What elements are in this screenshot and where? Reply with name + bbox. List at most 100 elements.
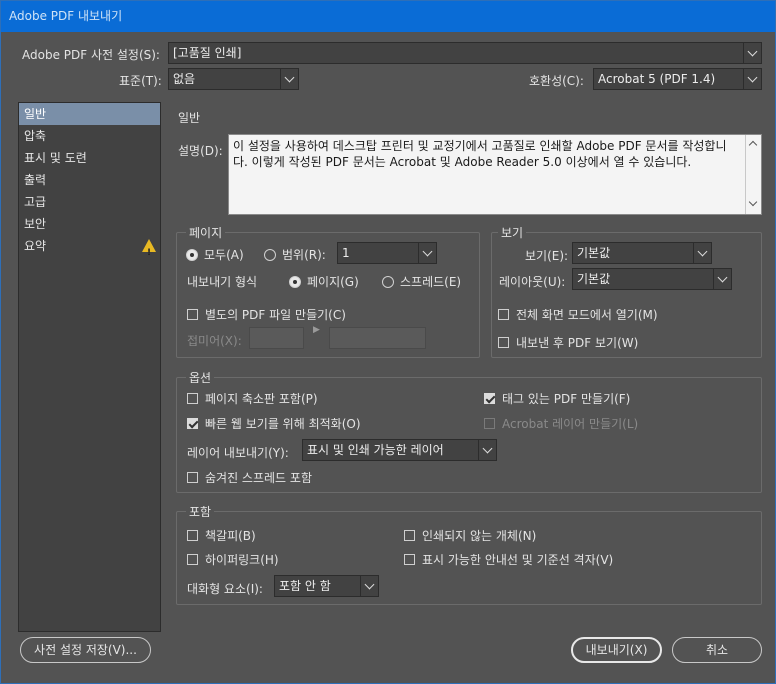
range-label: 범위(R): <box>282 248 326 262</box>
sidebar-item-label: 출력 <box>24 173 47 187</box>
all-pages-label: 모두(A) <box>204 248 244 262</box>
description-text: 이 설정을 사용하여 데스크탑 프린터 및 교정기에서 고품질로 인쇄할 Ado… <box>233 139 727 169</box>
chevron-down-icon <box>280 69 298 89</box>
radio-icon <box>382 276 394 288</box>
sidebar-item-marks-bleeds[interactable]: 표시 및 도련 <box>19 147 160 169</box>
sidebar-item-output[interactable]: 출력 <box>19 169 160 191</box>
section-title: 일반 <box>178 111 201 125</box>
insert-arrow-icon[interactable]: ▶ <box>313 325 320 335</box>
interactive-dropdown[interactable]: 포함 안 함 <box>274 575 379 597</box>
compat-label: 호환성(C): <box>529 74 584 88</box>
layout-label: 레이아웃(U): <box>499 275 566 289</box>
guides-checkbox[interactable]: 표시 가능한 안내선 및 기준선 격자(V) <box>404 551 613 568</box>
chevron-down-icon <box>713 269 731 289</box>
interactive-value: 포함 안 함 <box>279 579 331 593</box>
preset-value: [고품질 인쇄] <box>173 46 242 60</box>
sidebar-item-summary[interactable]: 요약 ! <box>19 235 160 258</box>
thumbnails-label: 페이지 축소판 포함(P) <box>205 392 318 406</box>
optimize-web-label: 빠른 웹 보기를 위해 최적화(O) <box>205 417 361 431</box>
save-preset-button[interactable]: 사전 설정 저장(V)... <box>20 637 151 663</box>
bookmarks-label: 책갈피(B) <box>205 529 256 543</box>
sidebar-item-security[interactable]: 보안 <box>19 213 160 235</box>
checkbox-icon <box>484 418 495 429</box>
tagged-pdf-label: 태그 있는 PDF 만들기(F) <box>502 392 631 406</box>
sidebar-item-label: 압축 <box>24 129 47 143</box>
chevron-down-icon <box>478 440 496 460</box>
optimize-web-checkbox[interactable]: 빠른 웹 보기를 위해 최적화(O) <box>187 415 361 432</box>
sidebar-item-label: 고급 <box>24 195 47 209</box>
category-sidebar: 일반 압축 표시 및 도련 출력 고급 보안 요약 ! <box>18 102 161 632</box>
hidden-spreads-checkbox[interactable]: 숨겨진 스프레드 포함 <box>187 469 312 486</box>
checkbox-icon <box>187 393 198 404</box>
scroll-up-icon[interactable] <box>748 140 758 150</box>
acrobat-layers-checkbox[interactable]: Acrobat 레이어 만들기(L) <box>484 415 638 432</box>
pages-radio[interactable]: 페이지(G) <box>289 273 359 290</box>
layout-dropdown[interactable]: 기본값 <box>572 268 732 290</box>
all-pages-radio[interactable]: 모두(A) <box>186 246 244 263</box>
range-value: 1 <box>342 246 350 260</box>
description-scrollbar[interactable] <box>745 135 761 214</box>
pages-label: 페이지(G) <box>307 275 359 289</box>
checkbox-icon <box>187 554 198 565</box>
warning-glyph: ! <box>147 248 152 258</box>
export-layers-dropdown[interactable]: 표시 및 인쇄 가능한 레이어 <box>302 439 497 461</box>
description-textarea[interactable]: 이 설정을 사용하여 데스크탑 프린터 및 교정기에서 고품질로 인쇄할 Ado… <box>228 134 762 215</box>
scroll-down-icon[interactable] <box>748 197 758 207</box>
export-layers-value: 표시 및 인쇄 가능한 레이어 <box>307 443 444 457</box>
export-pdf-dialog: Adobe PDF 내보내기 Adobe PDF 사전 설정(S): [고품질 … <box>0 0 776 684</box>
layout-value: 기본값 <box>577 272 611 286</box>
pages-group-title: 페이지 <box>186 224 226 241</box>
sidebar-item-label: 요약 <box>24 239 47 253</box>
radio-icon <box>264 249 276 261</box>
view-value: 기본값 <box>577 246 611 260</box>
guides-label: 표시 가능한 안내선 및 기준선 격자(V) <box>422 553 614 567</box>
standard-label: 표준(T): <box>119 74 162 88</box>
standard-value: 없음 <box>173 72 196 86</box>
chevron-down-icon <box>743 69 761 89</box>
description-label: 설명(D): <box>178 144 223 158</box>
thumbnails-checkbox[interactable]: 페이지 축소판 포함(P) <box>187 390 318 407</box>
export-button[interactable]: 내보내기(X) <box>571 637 662 663</box>
range-dropdown[interactable]: 1 <box>337 242 437 264</box>
checkbox-icon <box>498 309 509 320</box>
warning-icon: ! <box>142 239 156 258</box>
view-after-export-checkbox[interactable]: 내보낸 후 PDF 보기(W) <box>498 334 638 351</box>
radio-selected-icon <box>289 276 301 288</box>
radio-selected-icon <box>186 249 198 261</box>
chevron-down-icon <box>418 243 436 263</box>
checkbox-icon <box>187 530 198 541</box>
range-radio[interactable]: 범위(R): <box>264 246 326 263</box>
acrobat-layers-label: Acrobat 레이어 만들기(L) <box>502 417 639 431</box>
suffix-variable-input[interactable] <box>329 327 426 349</box>
bookmarks-checkbox[interactable]: 책갈피(B) <box>187 527 256 544</box>
view-dropdown[interactable]: 기본값 <box>572 242 712 264</box>
fullscreen-checkbox[interactable]: 전체 화면 모드에서 열기(M) <box>498 306 658 323</box>
compat-value: Acrobat 5 (PDF 1.4) <box>598 72 716 86</box>
window-title: Adobe PDF 내보내기 <box>1 1 775 32</box>
nonprinting-checkbox[interactable]: 인쇄되지 않는 개체(N) <box>404 527 536 544</box>
chevron-down-icon <box>693 243 711 263</box>
sidebar-item-label: 일반 <box>24 107 47 121</box>
standard-dropdown[interactable]: 없음 <box>168 68 299 90</box>
hyperlinks-checkbox[interactable]: 하이퍼링크(H) <box>187 551 279 568</box>
separate-pdf-label: 별도의 PDF 파일 만들기(C) <box>205 308 346 322</box>
compat-dropdown[interactable]: Acrobat 5 (PDF 1.4) <box>593 68 762 90</box>
cancel-button[interactable]: 취소 <box>672 637 762 663</box>
fullscreen-label: 전체 화면 모드에서 열기(M) <box>516 308 658 322</box>
view-label: 보기(E): <box>525 249 569 263</box>
hyperlinks-label: 하이퍼링크(H) <box>205 553 279 567</box>
sidebar-item-general[interactable]: 일반 <box>19 103 160 125</box>
spreads-radio[interactable]: 스프레드(E) <box>382 273 461 290</box>
sidebar-item-compression[interactable]: 압축 <box>19 125 160 147</box>
tagged-pdf-checkbox[interactable]: 태그 있는 PDF 만들기(F) <box>484 390 630 407</box>
sidebar-item-advanced[interactable]: 고급 <box>19 191 160 213</box>
separate-pdf-checkbox[interactable]: 별도의 PDF 파일 만들기(C) <box>187 306 346 323</box>
suffix-input[interactable] <box>249 327 304 349</box>
preset-label: Adobe PDF 사전 설정(S): <box>22 48 160 62</box>
chevron-down-icon <box>360 576 378 596</box>
preset-dropdown[interactable]: [고품질 인쇄] <box>168 42 762 64</box>
suffix-label: 접미어(X): <box>187 334 242 348</box>
checkbox-icon <box>404 554 415 565</box>
view-after-export-label: 내보낸 후 PDF 보기(W) <box>516 336 639 350</box>
export-as-label: 내보내기 형식 <box>187 275 258 289</box>
